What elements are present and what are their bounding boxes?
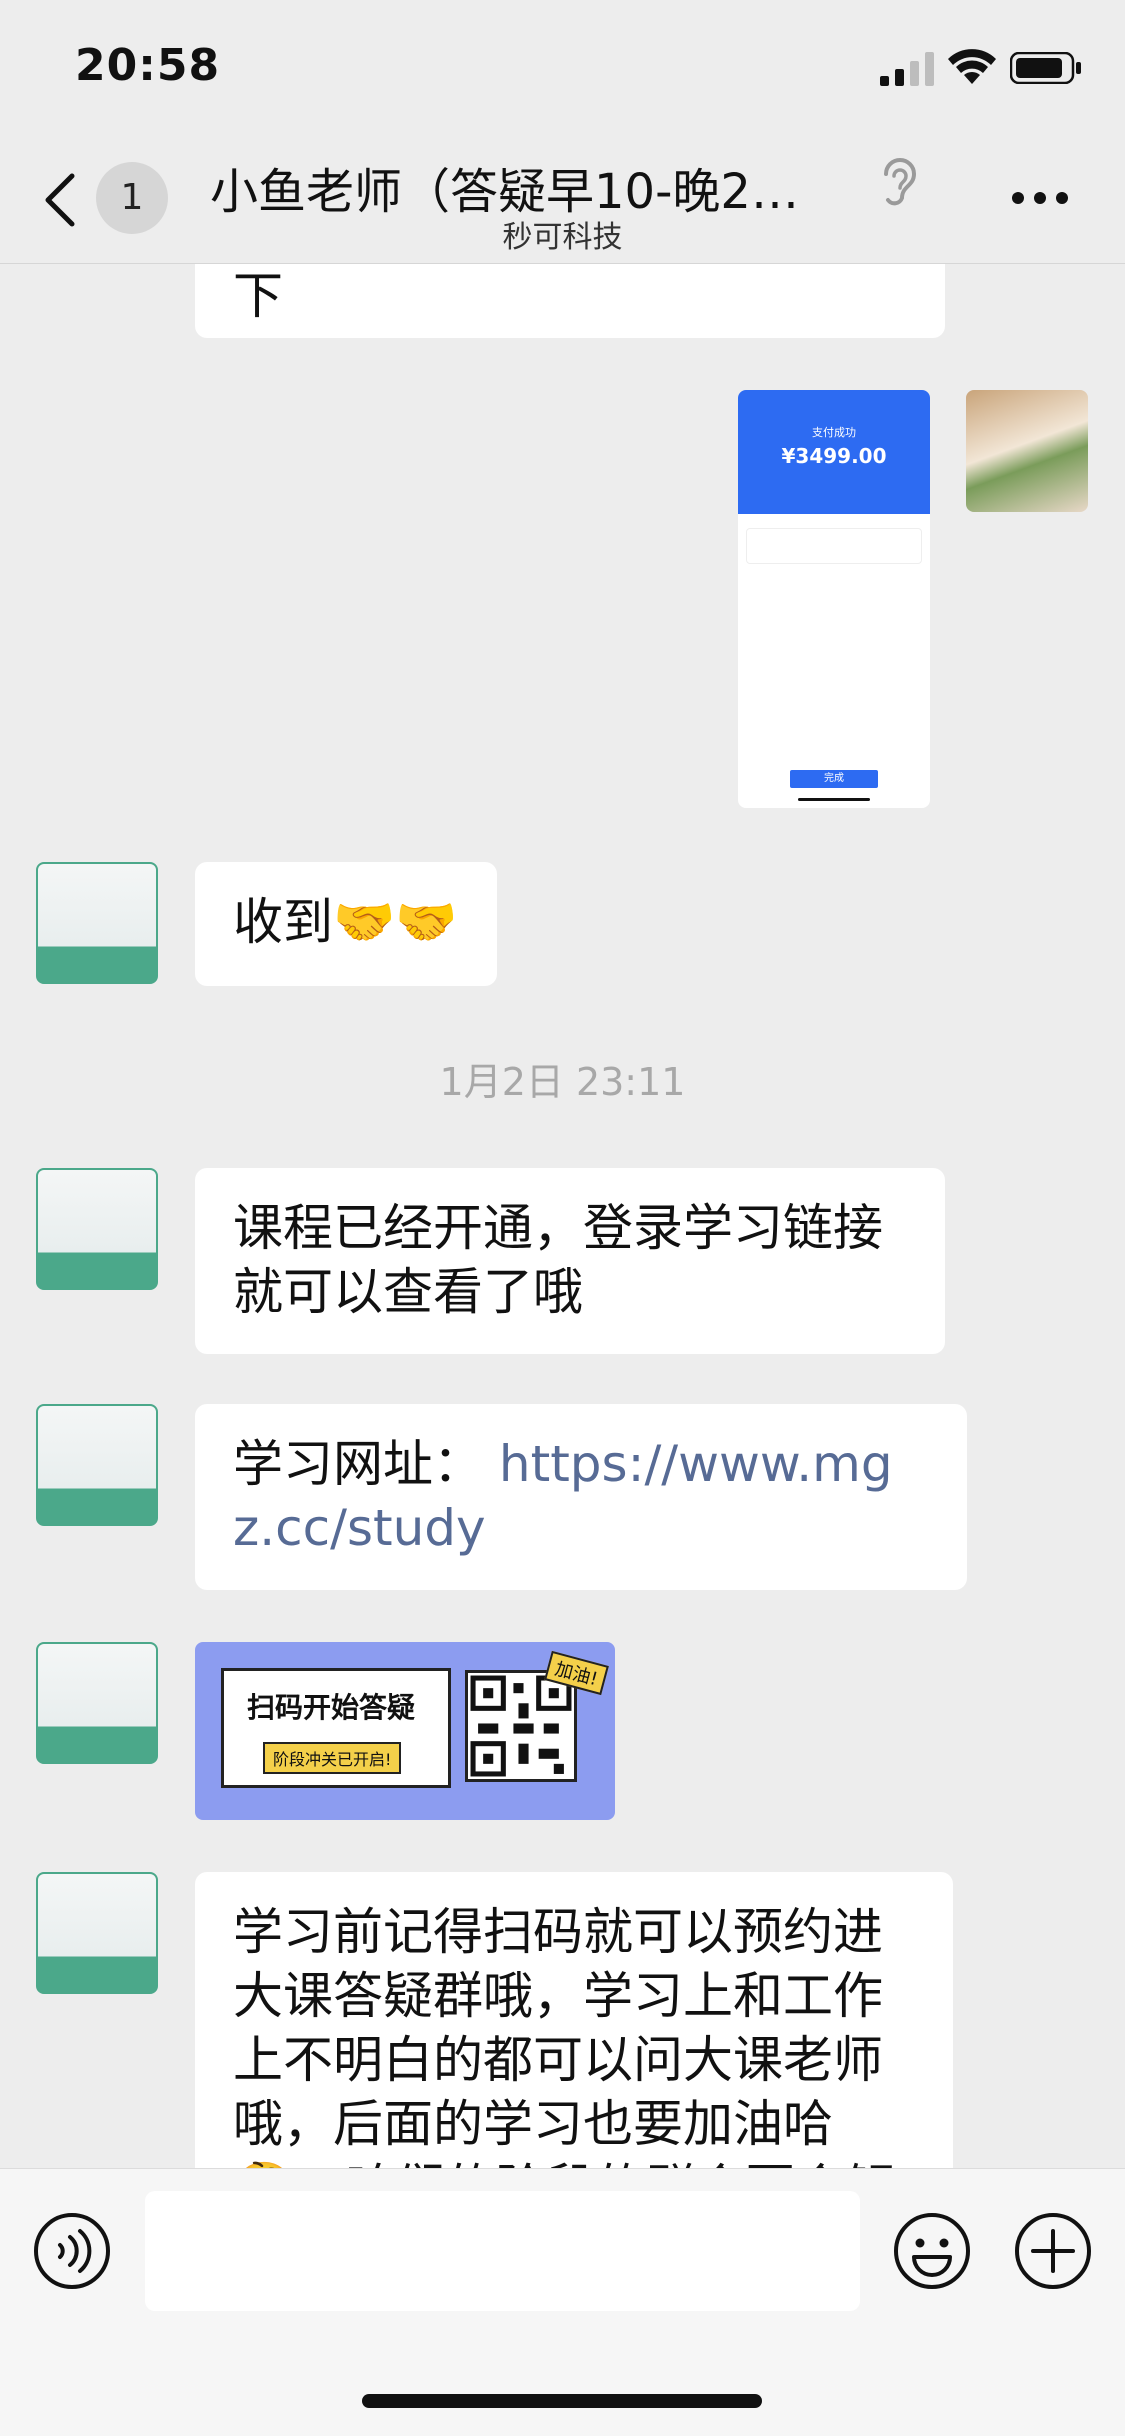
- message-text: 下: [233, 267, 283, 325]
- home-indicator: [362, 2394, 762, 2408]
- timestamp: 1月2日 23:11: [439, 1060, 686, 1104]
- chat-header: 1 小鱼老师（答疑早10-晚2… 秒可科技: [0, 132, 1125, 264]
- payment-screenshot-image[interactable]: 支付成功 ¥3499.00 完成: [738, 390, 930, 808]
- status-bar: 20:58: [0, 0, 1125, 132]
- battery-icon: [1010, 52, 1081, 84]
- voice-input-icon[interactable]: [32, 2211, 112, 2291]
- payment-done-button: 完成: [790, 770, 878, 788]
- chat-subtitle: 秒可科技: [502, 220, 623, 255]
- more-options-icon[interactable]: [1010, 190, 1070, 206]
- qr-answer-card-image[interactable]: 扫码开始答疑 阶段冲关已开启! 加油!: [195, 1642, 615, 1820]
- message-input[interactable]: [145, 2191, 860, 2311]
- qr-code-icon: [465, 1670, 577, 1782]
- message-text: 学习前记得扫码就可以预约进大课答疑群哦，学习上和工作上不明白的都可以问大课老师哦…: [233, 1903, 883, 2168]
- payment-amount: ¥3499.00: [781, 444, 887, 468]
- my-avatar[interactable]: [966, 390, 1088, 512]
- cellular-signal-icon: [880, 52, 934, 86]
- message-bubble[interactable]: 下: [195, 264, 945, 338]
- teacher-avatar[interactable]: [36, 1168, 158, 1290]
- message-bubble[interactable]: 课程已经开通，登录学习链接就可以查看了哦: [195, 1168, 945, 1354]
- message-text-overflow: ，咱们的阶段的群会要会解散: [233, 2159, 895, 2168]
- message-bubble[interactable]: 学习网址： https://www.mgz.cc/study: [195, 1404, 967, 1590]
- message-text: 收到: [233, 893, 333, 951]
- message-text: 课程已经开通，登录学习链接就可以查看了哦: [233, 1199, 883, 1321]
- status-time: 20:58: [75, 40, 221, 91]
- teacher-avatar[interactable]: [36, 1642, 158, 1764]
- qr-card-subtitle: 阶段冲关已开启!: [263, 1742, 402, 1774]
- input-bar: [0, 2168, 1125, 2436]
- teacher-avatar[interactable]: [36, 1872, 158, 1994]
- ear-icon: [884, 158, 917, 206]
- message-text: 学习网址：: [233, 1435, 483, 1493]
- message-bubble[interactable]: 收到🤝🤝: [195, 862, 497, 986]
- emoji-icon[interactable]: [892, 2211, 972, 2291]
- payment-status: 支付成功: [812, 426, 856, 439]
- qr-card-title: 扫码开始答疑: [247, 1691, 416, 1724]
- home-indicator-mini: [798, 798, 870, 801]
- wifi-icon: [948, 49, 996, 84]
- plus-icon[interactable]: [1013, 2211, 1093, 2291]
- payment-header: 支付成功 ¥3499.00: [738, 390, 930, 514]
- teacher-avatar[interactable]: [36, 1404, 158, 1526]
- payment-row: [746, 528, 922, 564]
- message-bubble[interactable]: 学习前记得扫码就可以预约进大课答疑群哦，学习上和工作上不明白的都可以问大课老师哦…: [195, 1872, 953, 2168]
- teacher-avatar[interactable]: [36, 862, 158, 984]
- handshake-emoji: 🤝🤝: [333, 893, 458, 951]
- message-list[interactable]: 下 支付成功 ¥3499.00 完成 收到🤝🤝 1月2日 23:11 课程已经开…: [0, 264, 1125, 2168]
